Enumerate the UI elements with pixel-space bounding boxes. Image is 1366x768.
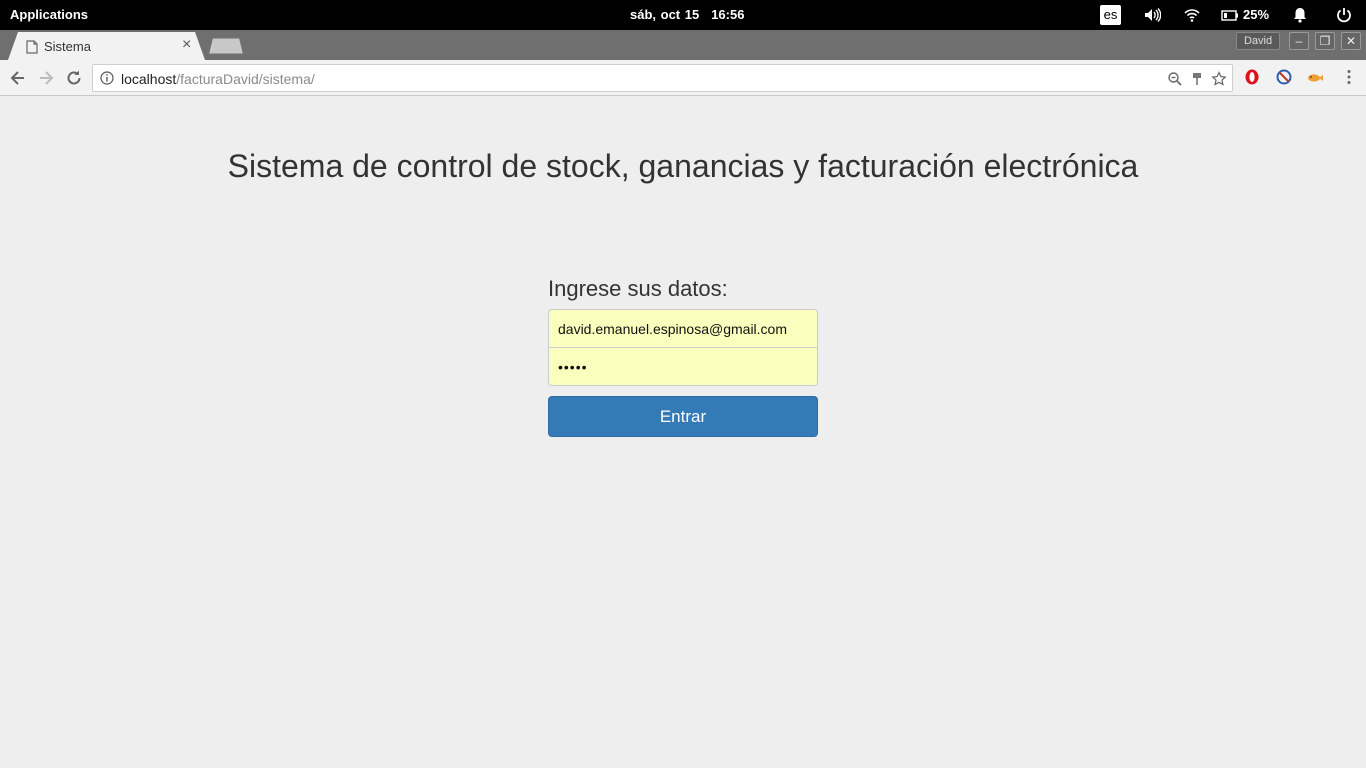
tab-strip: Sistema × David – ❐ ✕ bbox=[0, 30, 1366, 60]
fish-extension-icon[interactable] bbox=[1306, 68, 1324, 86]
bell-icon[interactable] bbox=[1291, 6, 1309, 24]
battery-percentage: 25% bbox=[1243, 7, 1270, 22]
keyboard-layout-indicator[interactable]: es bbox=[1100, 5, 1121, 25]
star-icon[interactable] bbox=[1211, 71, 1227, 87]
pin-icon[interactable] bbox=[1189, 71, 1205, 87]
back-arrow-icon[interactable] bbox=[8, 68, 28, 88]
profile-button[interactable]: David bbox=[1236, 32, 1280, 50]
url-host: localhost bbox=[121, 71, 177, 87]
new-tab-button[interactable] bbox=[209, 38, 243, 54]
block-extension-icon[interactable] bbox=[1275, 68, 1293, 86]
battery-icon[interactable] bbox=[1221, 6, 1239, 24]
tab-title: Sistema bbox=[44, 39, 91, 54]
time-label: 16:56 bbox=[711, 7, 745, 22]
tab-close-button[interactable]: × bbox=[182, 36, 191, 54]
opera-extension-icon[interactable] bbox=[1243, 68, 1261, 86]
browser-toolbar: localhost/facturaDavid/sistema/ bbox=[0, 60, 1366, 96]
restore-button[interactable]: ❐ bbox=[1315, 32, 1335, 50]
login-form: Ingrese sus datos: Entrar bbox=[548, 276, 818, 437]
email-field[interactable] bbox=[548, 309, 818, 348]
power-icon[interactable] bbox=[1335, 6, 1353, 24]
close-window-button[interactable]: ✕ bbox=[1341, 32, 1361, 50]
zoom-icon[interactable] bbox=[1167, 71, 1183, 87]
applications-menu[interactable]: Applications bbox=[10, 7, 88, 22]
login-button[interactable]: Entrar bbox=[548, 396, 818, 437]
password-field[interactable] bbox=[548, 347, 818, 386]
date-label: sáb, oct 15 bbox=[630, 7, 700, 22]
wifi-icon[interactable] bbox=[1183, 6, 1201, 24]
address-bar[interactable]: localhost/facturaDavid/sistema/ bbox=[92, 64, 1233, 92]
menu-dots-icon[interactable] bbox=[1340, 68, 1358, 86]
page-title: Sistema de control de stock, ganancias y… bbox=[227, 148, 1139, 184]
form-legend: Ingrese sus datos: bbox=[548, 276, 728, 301]
forward-arrow-icon[interactable] bbox=[36, 68, 56, 88]
minimize-button[interactable]: – bbox=[1289, 32, 1309, 50]
document-icon bbox=[26, 40, 38, 54]
url-text: localhost/facturaDavid/sistema/ bbox=[121, 71, 315, 87]
clock[interactable]: sáb, oct 15 16:56 bbox=[630, 7, 744, 22]
tab-sistema[interactable]: Sistema × bbox=[8, 32, 205, 60]
system-panel: Applications sáb, oct 15 16:56 es 25% bbox=[0, 0, 1366, 30]
info-icon[interactable] bbox=[100, 71, 114, 85]
reload-icon[interactable] bbox=[64, 68, 84, 88]
volume-icon[interactable] bbox=[1143, 6, 1161, 24]
url-path: /facturaDavid/sistema/ bbox=[176, 71, 315, 87]
